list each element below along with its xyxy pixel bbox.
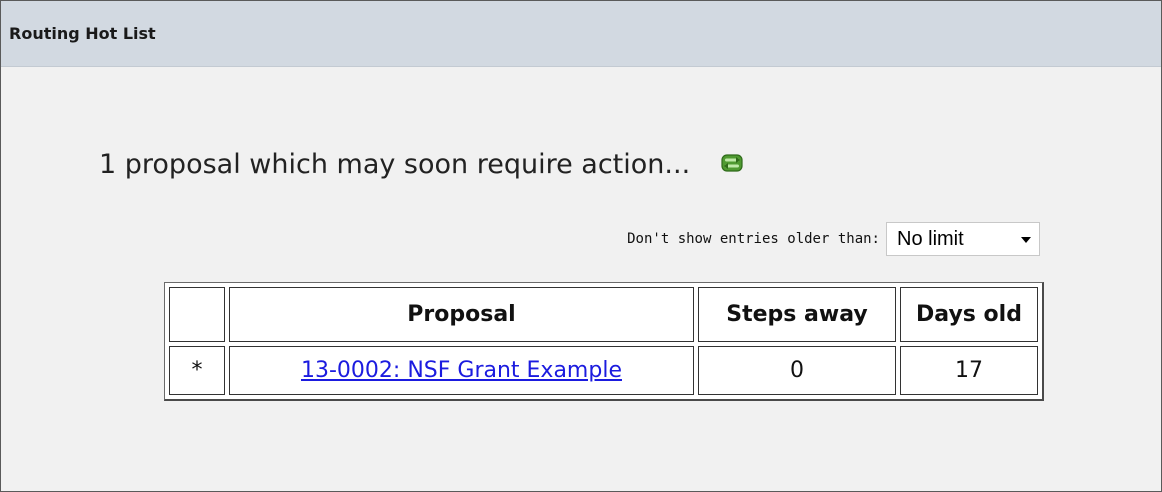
steps-away-cell: 0 bbox=[698, 346, 896, 395]
days-old-cell: 17 bbox=[900, 346, 1038, 395]
table-row: * 13-0002: NSF Grant Example 0 17 bbox=[169, 346, 1038, 395]
chevron-down-icon bbox=[1021, 237, 1031, 243]
column-header-proposal: Proposal bbox=[229, 287, 694, 342]
summary-line: 1 proposal which may soon require action… bbox=[99, 149, 744, 180]
routing-hot-list-panel: Routing Hot List 1 proposal which may so… bbox=[0, 0, 1162, 492]
hot-list-table: Proposal Steps away Days old * 13-0002: … bbox=[164, 282, 1044, 401]
panel-title: Routing Hot List bbox=[1, 1, 1161, 67]
age-filter-select[interactable]: No limit bbox=[886, 222, 1040, 256]
column-header-marker bbox=[169, 287, 225, 342]
age-filter: Don't show entries older than: No limit bbox=[627, 222, 1040, 256]
column-header-days-old: Days old bbox=[900, 287, 1038, 342]
age-filter-selected-value: No limit bbox=[897, 227, 964, 250]
proposal-cell: 13-0002: NSF Grant Example bbox=[229, 346, 694, 395]
refresh-icon[interactable] bbox=[720, 150, 744, 172]
age-filter-label: Don't show entries older than: bbox=[627, 231, 880, 247]
column-header-steps-away: Steps away bbox=[698, 287, 896, 342]
proposal-link[interactable]: 13-0002: NSF Grant Example bbox=[301, 358, 622, 383]
table-header-row: Proposal Steps away Days old bbox=[169, 287, 1038, 342]
summary-text: 1 proposal which may soon require action… bbox=[99, 149, 691, 180]
row-marker: * bbox=[169, 346, 225, 395]
